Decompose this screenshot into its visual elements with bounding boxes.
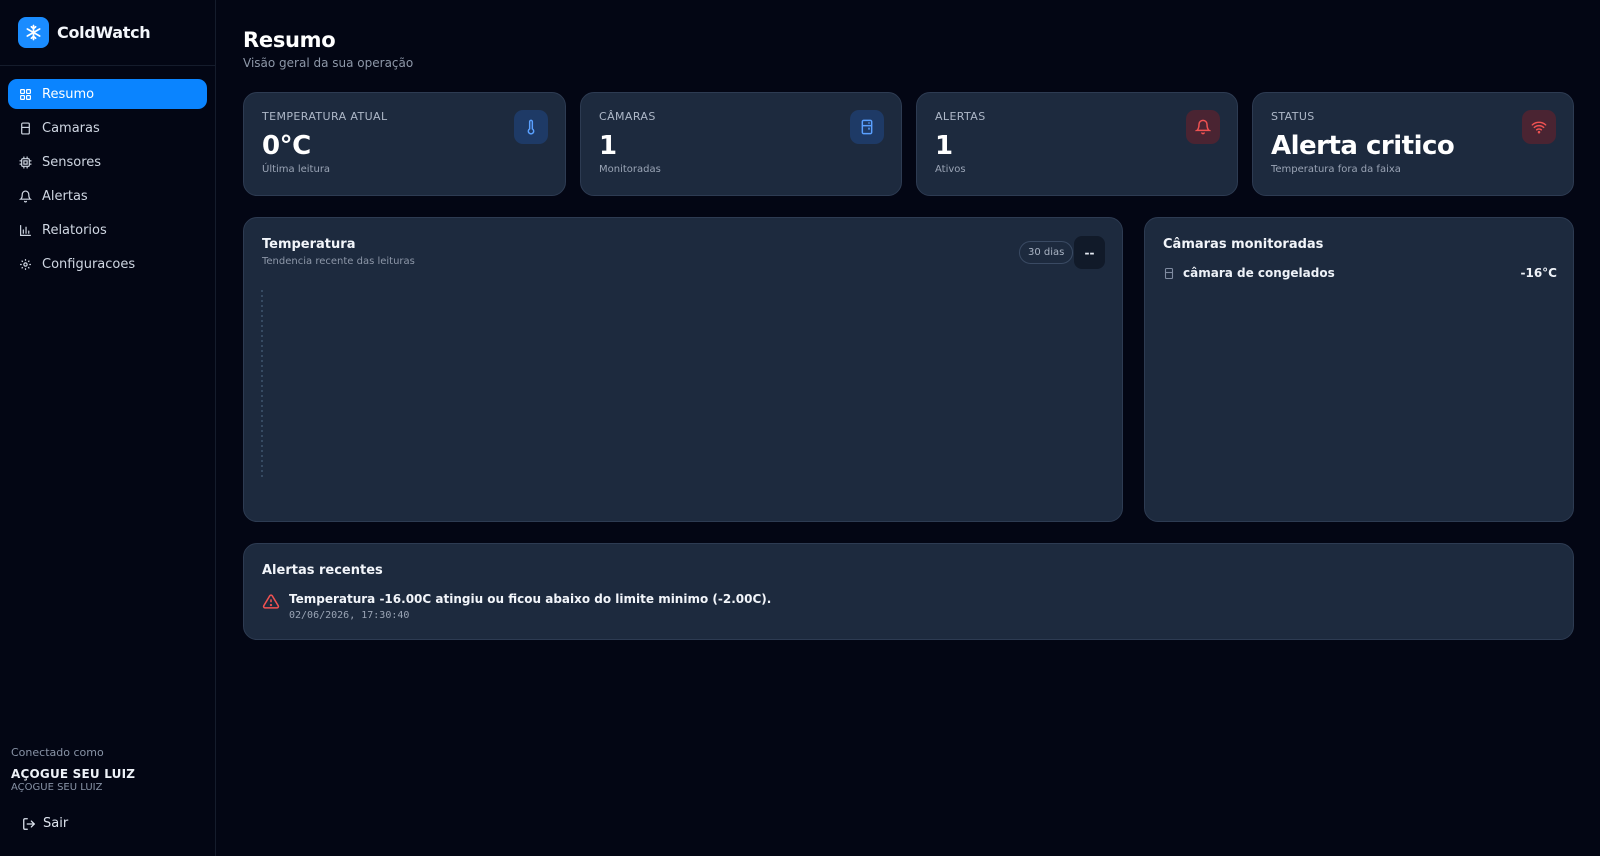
sidebar: ColdWatch Resumo Camaras Sensores Alerta… bbox=[0, 0, 216, 856]
stat-card-status: STATUS Alerta critico Temperatura fora d… bbox=[1252, 92, 1574, 196]
bell-icon bbox=[1186, 110, 1220, 144]
wifi-icon bbox=[1522, 110, 1556, 144]
sidebar-item-alertas[interactable]: Alertas bbox=[8, 181, 207, 211]
sidebar-item-label: Camaras bbox=[42, 120, 100, 136]
stat-desc: Temperatura fora da faixa bbox=[1271, 164, 1401, 175]
sidebar-item-configuracoes[interactable]: Configuracoes bbox=[8, 249, 207, 279]
chip-icon bbox=[18, 155, 32, 169]
brand[interactable]: ColdWatch bbox=[0, 0, 215, 66]
stat-desc: Última leitura bbox=[262, 164, 331, 175]
range-selector[interactable]: 30 dias bbox=[1019, 241, 1074, 264]
user-info: Conectado como AÇOGUE SEU LUIZ AÇOGUE SE… bbox=[11, 746, 135, 793]
snowflake-icon bbox=[18, 17, 49, 48]
sidebar-item-label: Relatorios bbox=[42, 222, 107, 238]
panel-title: Alertas recentes bbox=[262, 563, 383, 578]
warning-triangle-icon bbox=[262, 593, 280, 621]
user-caption: Conectado como bbox=[11, 746, 104, 759]
stat-desc: Monitoradas bbox=[599, 164, 661, 175]
stat-desc: Ativos bbox=[935, 164, 966, 175]
stat-label: TEMPERATURA ATUAL bbox=[262, 110, 388, 123]
thermometer-icon bbox=[514, 110, 548, 144]
stat-label: ALERTAS bbox=[935, 110, 986, 123]
sidebar-item-camaras[interactable]: Camaras bbox=[8, 113, 207, 143]
page-subtitle: Visão geral da sua operação bbox=[243, 56, 414, 70]
sidebar-item-label: Configuracoes bbox=[42, 256, 136, 272]
stat-card-temperature: TEMPERATURA ATUAL 0°C Última leitura bbox=[243, 92, 566, 196]
temperature-panel: Temperatura Tendencia recente das leitur… bbox=[243, 217, 1123, 522]
temperature-chart bbox=[261, 290, 263, 478]
stat-value: 1 bbox=[599, 131, 617, 161]
logout-icon bbox=[22, 817, 36, 831]
user-subtitle: AÇOGUE SEU LUIZ bbox=[11, 782, 103, 793]
sidebar-item-label: Sensores bbox=[42, 154, 102, 170]
bell-icon bbox=[18, 189, 32, 203]
stat-card-alerts: ALERTAS 1 Ativos bbox=[916, 92, 1238, 196]
panel-title: Câmaras monitoradas bbox=[1163, 237, 1324, 252]
stat-label: CÂMARAS bbox=[599, 110, 656, 123]
gear-icon bbox=[18, 257, 32, 271]
stat-value: 1 bbox=[935, 131, 953, 161]
grid-icon bbox=[18, 87, 32, 101]
fridge-icon bbox=[850, 110, 884, 144]
bar-chart-icon bbox=[18, 223, 32, 237]
chart-options-button[interactable]: -- bbox=[1074, 236, 1105, 269]
sidebar-item-resumo[interactable]: Resumo bbox=[8, 79, 207, 109]
recent-alerts-panel: Alertas recentes Temperatura -16.00C ati… bbox=[243, 543, 1574, 640]
sidebar-item-label: Alertas bbox=[42, 188, 88, 204]
chamber-temperature: -16°C bbox=[1520, 266, 1558, 280]
sidebar-item-relatorios[interactable]: Relatorios bbox=[8, 215, 207, 245]
list-item[interactable]: câmara de congelados -16°C bbox=[1163, 266, 1557, 280]
alert-timestamp: 02/06/2026, 17:30:40 bbox=[289, 610, 410, 621]
panel-subtitle: Tendencia recente das leituras bbox=[262, 256, 415, 267]
brand-name: ColdWatch bbox=[57, 23, 151, 42]
logout-label: Sair bbox=[43, 816, 69, 831]
list-item[interactable]: Temperatura -16.00C atingiu ou ficou aba… bbox=[262, 592, 771, 621]
sidebar-item-label: Resumo bbox=[42, 86, 95, 102]
fridge-icon bbox=[18, 121, 32, 135]
chambers-panel: Câmaras monitoradas câmara de congelados… bbox=[1144, 217, 1574, 522]
logout-button[interactable]: Sair bbox=[22, 816, 68, 831]
sidebar-item-sensores[interactable]: Sensores bbox=[8, 147, 207, 177]
page-title: Resumo bbox=[243, 28, 336, 52]
panel-title: Temperatura bbox=[262, 237, 356, 252]
stat-value: Alerta critico bbox=[1271, 131, 1455, 161]
alert-message: Temperatura -16.00C atingiu ou ficou aba… bbox=[289, 592, 772, 606]
stat-value: 0°C bbox=[262, 131, 311, 161]
sidebar-nav: Resumo Camaras Sensores Alertas Relatori… bbox=[0, 66, 215, 279]
fridge-icon bbox=[1163, 267, 1175, 280]
user-name: AÇOGUE SEU LUIZ bbox=[11, 767, 136, 781]
chamber-name: câmara de congelados bbox=[1183, 266, 1335, 280]
stat-label: STATUS bbox=[1271, 110, 1315, 123]
stat-card-chambers: CÂMARAS 1 Monitoradas bbox=[580, 92, 902, 196]
